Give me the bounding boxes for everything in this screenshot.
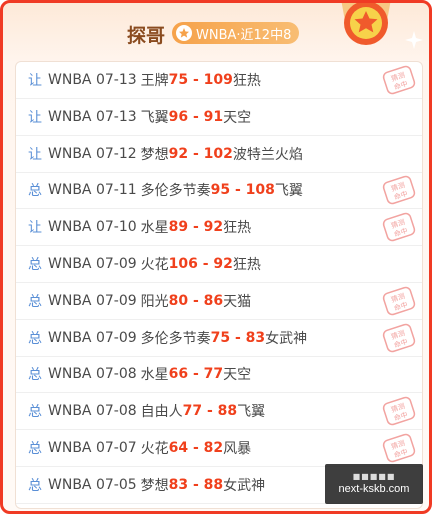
- hit-stamp-icon: 猜测命中: [382, 323, 416, 352]
- home-team: 自由人: [140, 404, 183, 421]
- match-row[interactable]: 让 WNBA 07-13 飞翼 96 - 91 天空: [16, 99, 422, 136]
- match-row[interactable]: 总 WNBA 07-07 火花 64 - 82 风暴 猜测 命中: [16, 430, 422, 467]
- home-team: 梦想: [140, 146, 169, 163]
- record-badge-label: WNBA·近12中8: [196, 27, 292, 43]
- match-league-date: WNBA 07-09: [48, 292, 137, 309]
- away-team: 狂热: [223, 220, 252, 237]
- record-badge: WNBA·近12中8: [172, 22, 300, 44]
- match-row[interactable]: 总 WNBA 07-08 水星 66 - 77 天空: [16, 356, 422, 394]
- expert-name: 探哥: [127, 25, 166, 47]
- home-team: 飞翼: [140, 109, 169, 126]
- star-medal-icon: [341, 3, 391, 45]
- card-header: 探哥 WNBA·近12中8: [3, 3, 429, 61]
- match-league-date: WNBA 07-09: [48, 256, 137, 272]
- away-team: 狂热: [232, 73, 261, 89]
- away-team: 天空: [223, 367, 252, 384]
- match-league-date: WNBA 07-12: [48, 145, 137, 162]
- hit-stamp-icon: 猜测命中: [382, 65, 416, 95]
- hit-stamp-icon: 猜测命中: [382, 396, 416, 426]
- match-league-date: WNBA 07-13: [48, 108, 137, 125]
- away-team: 天猫: [223, 293, 252, 310]
- bet-type-tag: 让: [28, 109, 42, 126]
- home-team: 多伦多节奏: [140, 330, 211, 347]
- match-score: 64 - 82: [168, 440, 224, 456]
- watermark: ■■■■■ next-kskb.com: [325, 464, 423, 504]
- away-team: 波特兰火焰: [232, 146, 303, 163]
- match-league-date: WNBA 07-08: [48, 366, 137, 383]
- home-team: 火花: [140, 257, 169, 273]
- away-team: 飞翼: [274, 183, 303, 200]
- home-team: 多伦多节奏: [140, 183, 211, 200]
- away-team: 天空: [223, 109, 252, 126]
- match-score: 77 - 88: [182, 403, 238, 420]
- match-row[interactable]: 总 WNBA 07-11 多伦多节奏 95 - 108 飞翼 猜测 命中: [16, 172, 422, 210]
- sparkle-icon: [405, 31, 423, 49]
- match-row[interactable]: 总 WNBA 07-09 多伦多节奏 75 - 83 女武神 猜测 命中: [16, 320, 422, 357]
- match-score: 75 - 109: [168, 72, 233, 88]
- match-score: 75 - 83: [210, 329, 266, 346]
- away-team: 女武神: [265, 330, 308, 347]
- hit-stamp-icon: 猜测命中: [382, 212, 416, 242]
- match-row[interactable]: 总 WNBA 07-08 自由人 77 - 88 飞翼 猜测 命中: [16, 393, 422, 431]
- match-league-date: WNBA 07-07: [48, 440, 137, 456]
- match-row[interactable]: 让 WNBA 07-13 王牌 75 - 109 狂热 猜测 命中: [16, 62, 422, 99]
- match-score: 66 - 77: [168, 366, 224, 383]
- match-league-date: WNBA 07-08: [48, 403, 137, 420]
- away-team: 女武神: [223, 477, 266, 494]
- watermark-text: next-kskb.com: [338, 482, 410, 495]
- away-team: 风暴: [223, 441, 252, 457]
- home-team: 梦想: [140, 477, 169, 494]
- match-row[interactable]: 让 WNBA 07-10 水星 89 - 92 狂热 猜测 命中: [16, 209, 422, 247]
- hit-stamp-icon: 猜测命中: [382, 286, 416, 316]
- match-league-date: WNBA 07-13: [48, 72, 137, 88]
- home-team: 阳光: [140, 293, 169, 310]
- match-league-date: WNBA 07-11: [48, 182, 137, 199]
- match-row[interactable]: 总 WNBA 07-09 阳光 80 - 86 天猫 猜测 命中: [16, 283, 422, 320]
- match-score: 95 - 108: [210, 182, 275, 199]
- hit-stamp-icon: 猜测命中: [382, 176, 416, 205]
- away-team: 狂热: [232, 257, 261, 273]
- match-score: 89 - 92: [168, 219, 224, 236]
- home-team: 水星: [140, 367, 169, 384]
- bet-type-tag: 总: [28, 404, 42, 421]
- bet-type-tag: 总: [28, 367, 42, 384]
- bet-type-tag: 让: [28, 73, 42, 89]
- bet-type-tag: 总: [28, 330, 42, 347]
- bet-type-tag: 总: [28, 293, 42, 310]
- bet-type-tag: 总: [28, 183, 42, 200]
- bet-type-tag: 让: [28, 146, 42, 163]
- watermark-dots: ■■■■■: [352, 471, 396, 481]
- bet-type-tag: 让: [28, 220, 42, 237]
- match-row[interactable]: 总 WNBA 07-09 火花 106 - 92 狂热: [16, 246, 422, 283]
- match-score: 92 - 102: [168, 145, 233, 162]
- match-list: 让 WNBA 07-13 王牌 75 - 109 狂热 猜测 命中让 WNBA 07-13 飞翼…: [15, 61, 423, 509]
- match-league-date: WNBA 07-09: [48, 329, 137, 346]
- match-league-date: WNBA 07-05: [48, 476, 137, 493]
- home-team: 火花: [140, 441, 169, 457]
- home-team: 王牌: [140, 73, 169, 89]
- star-icon: [176, 25, 192, 41]
- expert-record-card: 探哥 WNBA·近12中8 让 WNBA 07-13 王牌 75 - 109 狂热 猜测命…: [0, 0, 432, 514]
- match-score: 106 - 92: [168, 256, 233, 272]
- bet-type-tag: 总: [28, 477, 42, 494]
- match-row[interactable]: 让 WNBA 07-12 梦想 92 - 102 波特兰火焰: [16, 136, 422, 173]
- bet-type-tag: 总: [28, 441, 42, 457]
- hit-stamp-icon: 猜测命中: [382, 433, 416, 463]
- match-score: 80 - 86: [168, 292, 224, 309]
- away-team: 飞翼: [237, 404, 266, 421]
- match-league-date: WNBA 07-10: [48, 219, 137, 236]
- bet-type-tag: 总: [28, 257, 42, 273]
- match-score: 96 - 91: [168, 108, 224, 125]
- match-score: 83 - 88: [168, 476, 224, 493]
- home-team: 水星: [140, 220, 169, 237]
